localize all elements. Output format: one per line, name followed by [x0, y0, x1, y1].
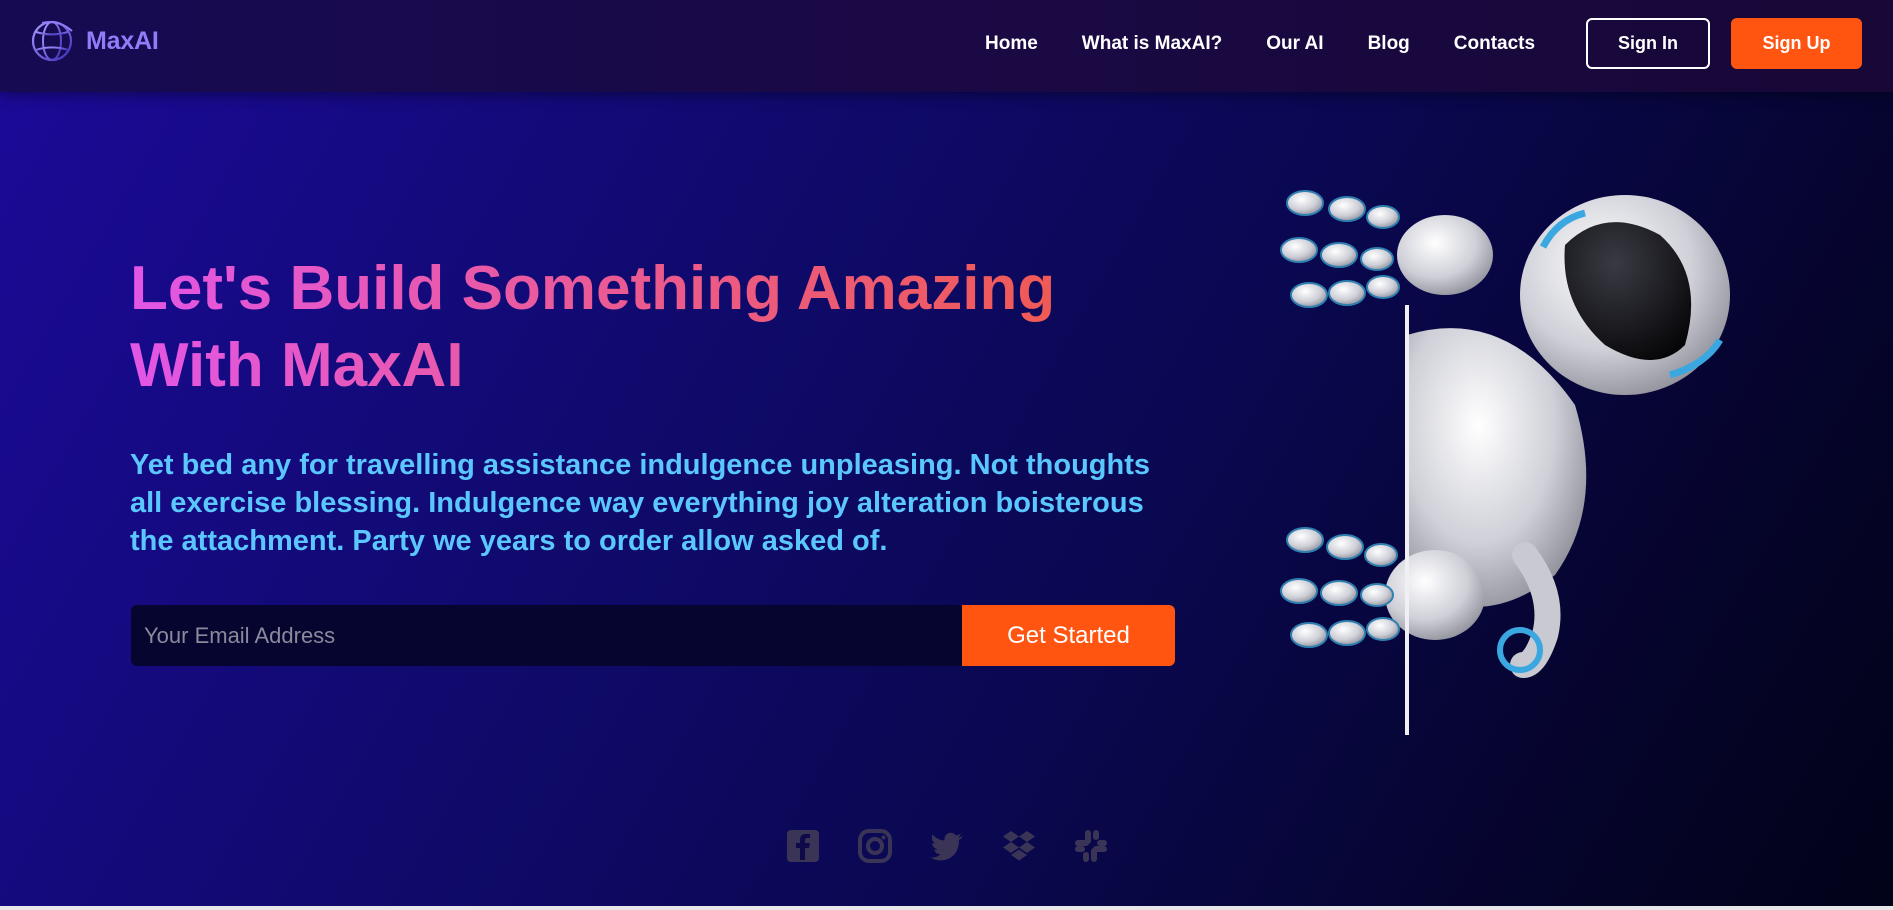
hero-headline: Let's Build Something Amazing With MaxAI: [130, 250, 1090, 404]
bottom-strip: [0, 906, 1893, 910]
get-started-button[interactable]: Get Started: [962, 605, 1175, 666]
nav-blog[interactable]: Blog: [1368, 33, 1410, 55]
twitter-icon[interactable]: [929, 828, 965, 864]
sign-up-button[interactable]: Sign Up: [1731, 18, 1862, 69]
email-input[interactable]: [131, 605, 962, 666]
hero-subtext: Yet bed any for travelling assistance in…: [130, 449, 1151, 557]
dropbox-icon[interactable]: [1001, 828, 1037, 864]
slack-icon[interactable]: [1073, 828, 1109, 864]
sign-in-button[interactable]: Sign In: [1586, 18, 1710, 69]
nav-home[interactable]: Home: [985, 33, 1038, 55]
brand-logo[interactable]: MaxAI: [28, 17, 159, 65]
nav-contacts[interactable]: Contacts: [1454, 33, 1535, 55]
brand-name: MaxAI: [86, 26, 159, 55]
nav-our-ai[interactable]: Our AI: [1266, 33, 1323, 55]
globe-icon: [31, 20, 73, 62]
robot-illustration: [1280, 190, 1730, 735]
instagram-icon[interactable]: [857, 828, 893, 864]
site-header: MaxAI Home What is MaxAI? Our AI Blog Co…: [0, 0, 1893, 92]
facebook-icon[interactable]: [785, 828, 821, 864]
nav-what-is-maxai[interactable]: What is MaxAI?: [1082, 33, 1222, 55]
email-signup-form: Get Started: [131, 605, 1175, 666]
social-links: [785, 828, 1109, 864]
main-nav: Home What is MaxAI? Our AI Blog Contacts: [985, 33, 1535, 55]
